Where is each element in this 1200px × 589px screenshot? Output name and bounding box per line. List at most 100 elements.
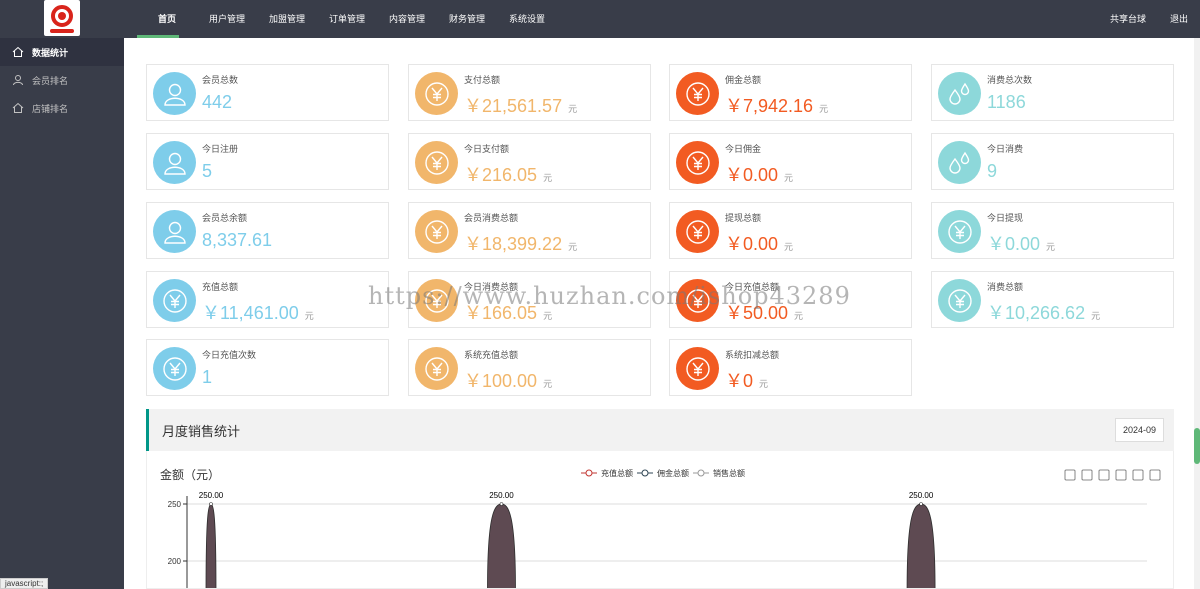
stat-value-row: ￥11,461.00 元 [202, 299, 314, 325]
stat-card: 佣金总额 ￥7,942.16 元 [669, 64, 912, 121]
nav-tab-4[interactable]: 内容管理 [377, 0, 437, 38]
stat-value-row: ￥0 元 [725, 367, 768, 393]
home-icon [12, 46, 24, 57]
stat-value: ￥7,942.16 [725, 96, 814, 116]
nav-tab-1[interactable]: 用户管理 [197, 0, 257, 38]
chart-section-title: 月度销售统计 [162, 424, 241, 439]
stat-icon-circle [938, 279, 981, 322]
stat-icon-circle [415, 72, 458, 115]
tiled-icon [1115, 469, 1127, 481]
logout-link[interactable]: 退出 [1170, 0, 1188, 38]
stat-card: 今日佣金 ￥0.00 元 [669, 133, 912, 190]
yen-icon [684, 218, 712, 246]
legend-marker [697, 469, 705, 477]
y-tick-label: 200 [168, 557, 182, 566]
nav-tab-3[interactable]: 订单管理 [317, 0, 377, 38]
stat-value-row: ￥0.00 元 [725, 161, 793, 187]
stat-unit: 元 [1046, 242, 1056, 252]
stat-card: 今日充值次数 1 [146, 339, 389, 396]
scrollbar-thumb[interactable] [1194, 428, 1200, 464]
user-icon [162, 81, 188, 107]
stat-icon-circle [153, 72, 196, 115]
user-icon [162, 219, 188, 245]
y-axis-title: 金额（元） [160, 467, 220, 482]
sidebar-item-data-stats[interactable]: 数据统计 [0, 38, 124, 66]
refresh-icon [1132, 469, 1144, 481]
drops-icon [946, 149, 974, 177]
sidebar-item-member-rank[interactable]: 会员排名 [0, 66, 124, 94]
stat-card: 充值总额 ￥11,461.00 元 [146, 271, 389, 328]
stat-value: ￥21,561.57 [464, 96, 563, 116]
yen-icon [161, 287, 189, 315]
stat-unit: 元 [1091, 311, 1101, 321]
legend-label: 充值总额 [601, 468, 633, 478]
stat-unit: 元 [568, 104, 578, 114]
stat-label: 今日注册 [202, 144, 239, 154]
stat-label: 提现总额 [725, 213, 762, 223]
yen-icon [684, 149, 712, 177]
bar-chart-icon [1081, 469, 1093, 481]
stat-value: 1186 [987, 92, 1026, 112]
stat-card: 今日注册 5 [146, 133, 389, 190]
legend-label: 销售总额 [713, 468, 745, 478]
main-nav: 首页 用户管理 加盟管理 订单管理 内容管理 财务管理 系统设置 [137, 0, 557, 38]
stat-label: 今日提现 [987, 213, 1024, 223]
sidebar-item-shop-rank[interactable]: 店铺排名 [0, 94, 124, 122]
yen-icon [423, 355, 451, 383]
month-picker[interactable]: 2024-09 [1115, 418, 1164, 442]
yen-icon [161, 355, 189, 383]
stat-label: 会员消费总额 [464, 213, 519, 223]
stat-value: 8,337.61 [202, 230, 273, 250]
stat-icon-circle [676, 347, 719, 390]
stat-unit: 元 [794, 311, 804, 321]
stat-unit: 元 [568, 242, 578, 252]
stat-card: 支付总额 ￥21,561.57 元 [408, 64, 651, 121]
stat-label: 系统扣减总额 [725, 350, 780, 360]
user-icon [162, 150, 188, 176]
chart-section-header: 月度销售统计 2024-09 [146, 409, 1174, 451]
stat-value-row: ￥10,266.62 元 [987, 299, 1100, 325]
stat-value-row: 1186 [987, 92, 1026, 113]
browser-status-text: javascript:; [0, 578, 49, 589]
stat-icon-circle [938, 141, 981, 184]
stat-icon-circle [676, 141, 719, 184]
stat-value: ￥0.00 [725, 165, 779, 185]
stat-icon-circle [415, 141, 458, 184]
nav-tab-5[interactable]: 财务管理 [437, 0, 497, 38]
nav-tab-0[interactable]: 首页 [137, 0, 197, 38]
area-peak [487, 503, 516, 588]
stat-value-row: ￥100.00 元 [464, 367, 552, 393]
stat-label: 会员总余额 [202, 213, 248, 223]
logo[interactable] [44, 0, 80, 36]
stat-value-row: ￥21,561.57 元 [464, 92, 577, 118]
stat-label: 系统充值总额 [464, 350, 519, 360]
top-navbar: 首页 用户管理 加盟管理 订单管理 内容管理 财务管理 系统设置 共享台球 退出 [0, 0, 1200, 38]
stat-card: 今日支付额 ￥216.05 元 [408, 133, 651, 190]
stat-card: 会员总数 442 [146, 64, 389, 121]
yen-icon [684, 80, 712, 108]
sidebar: 数据统计 会员排名 店铺排名 [0, 38, 124, 589]
data-label: 250.00 [489, 491, 514, 500]
stat-icon-circle [153, 210, 196, 253]
nav-tab-2[interactable]: 加盟管理 [257, 0, 317, 38]
scrollbar[interactable] [1194, 38, 1200, 589]
stat-icon-circle [415, 210, 458, 253]
data-label: 250.00 [199, 491, 224, 500]
yen-icon [946, 218, 974, 246]
stat-value-row: ￥18,399.22 元 [464, 230, 577, 256]
stat-value: ￥11,461.00 [202, 303, 299, 323]
link-app-name[interactable]: 共享台球 [1110, 0, 1146, 38]
y-tick-label: 250 [168, 500, 182, 509]
stat-value: ￥10,266.62 [987, 303, 1086, 323]
data-label: 250.00 [909, 491, 934, 500]
stat-unit: 元 [543, 311, 553, 321]
stat-unit: 元 [543, 379, 553, 389]
sidebar-item-label: 店铺排名 [32, 103, 69, 114]
stat-label: 会员总数 [202, 75, 239, 85]
stat-label: 充值总额 [202, 282, 239, 292]
nav-tab-6[interactable]: 系统设置 [497, 0, 557, 38]
stat-unit: 元 [784, 242, 794, 252]
yen-icon [423, 149, 451, 177]
stat-value: ￥0 [725, 371, 754, 391]
stat-card: 会员消费总额 ￥18,399.22 元 [408, 202, 651, 259]
